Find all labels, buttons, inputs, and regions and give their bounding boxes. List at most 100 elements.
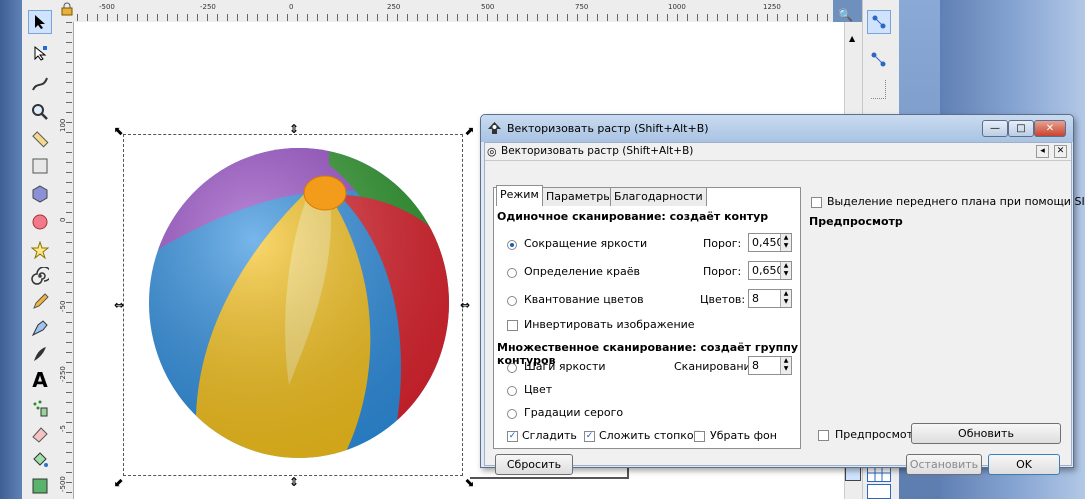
brightness-cutoff-radio[interactable] <box>507 240 517 250</box>
ruler-label: 0 <box>289 3 294 11</box>
star-tool-icon[interactable] <box>28 238 52 262</box>
stop-button[interactable]: Остановить <box>906 454 982 475</box>
ruler-label: -500 <box>99 3 115 11</box>
spin-arrows-icon[interactable]: ▲ ▼ <box>780 357 791 374</box>
ok-button[interactable]: OK <box>988 454 1060 475</box>
scans-count-input[interactable]: 8 ▲ ▼ <box>748 356 792 375</box>
ruler-label: -250 <box>200 3 216 11</box>
trace-bitmap-dialog: Векторизовать растр (Shift+Alt+B) — □ ✕ … <box>480 114 1085 475</box>
calligraphy-tool-icon[interactable] <box>28 342 52 366</box>
preview-checkbox[interactable] <box>818 430 829 441</box>
inkscape-app-icon <box>487 121 502 139</box>
smooth-checkbox[interactable]: ✓ <box>507 431 518 442</box>
snap-bbox-icon[interactable] <box>869 50 889 73</box>
resize-handle-bl[interactable]: ⬋ <box>114 476 124 488</box>
vertical-ruler: 100 0 -50 -250 -5 -500 <box>57 22 74 499</box>
siox-label: Выделение переднего плана при помощи SIO… <box>827 195 1085 208</box>
spin-arrows-icon[interactable]: ▲ ▼ <box>780 262 791 279</box>
snap-edges-icon[interactable] <box>871 80 886 99</box>
pen-tool-icon[interactable] <box>28 316 52 340</box>
siox-checkbox[interactable] <box>811 197 822 208</box>
stack-label: Сложить стопкой <box>599 429 701 442</box>
spray-tool-icon[interactable] <box>28 396 52 420</box>
remove-background-label: Убрать фон <box>710 429 777 442</box>
snap-toggle-icon[interactable] <box>867 10 891 34</box>
tab-credits[interactable]: Благодарности <box>610 187 707 206</box>
tab-mode[interactable]: Режим <box>496 185 543 206</box>
snap-guide-icon[interactable] <box>867 484 891 499</box>
measure-tool-icon[interactable] <box>28 127 52 151</box>
grays-label: Градации серого <box>524 406 624 419</box>
ruler-ticks <box>77 14 829 21</box>
text-tool-icon[interactable]: A <box>28 368 52 392</box>
eraser-tool-icon[interactable] <box>28 422 52 446</box>
paint-bucket-tool-icon[interactable] <box>28 448 52 472</box>
brightness-steps-label: Шаги яркости <box>524 360 606 373</box>
color-radio[interactable] <box>507 386 517 396</box>
zoom-corner-icon[interactable]: 🔍 <box>838 8 853 22</box>
resize-handle-bottom[interactable]: ⇕ <box>289 476 299 488</box>
close-button[interactable]: ✕ <box>1034 120 1066 137</box>
scroll-up-icon[interactable]: ▲ <box>849 34 855 43</box>
stack-checkbox[interactable]: ✓ <box>584 431 595 442</box>
ellipse-tool-icon[interactable] <box>28 210 52 234</box>
spin-arrows-icon[interactable]: ▲ ▼ <box>780 290 791 307</box>
spin-arrows-icon[interactable]: ▲ ▼ <box>780 234 791 251</box>
desktop-left-edge <box>0 0 22 499</box>
pencil-tool-icon[interactable] <box>28 290 52 314</box>
ruler-label: 500 <box>481 3 495 11</box>
brightness-threshold-label: Порог: <box>703 237 742 250</box>
dialog-title: Векторизовать растр (Shift+Alt+B) <box>507 122 709 135</box>
grays-radio[interactable] <box>507 409 517 419</box>
brightness-threshold-input[interactable]: 0,450 ▲ ▼ <box>748 233 792 252</box>
maximize-button[interactable]: □ <box>1008 120 1034 137</box>
beach-ball-image[interactable] <box>139 135 464 465</box>
3d-box-tool-icon[interactable] <box>28 182 52 206</box>
refresh-button[interactable]: Обновить <box>911 423 1061 444</box>
spiral-tool-icon[interactable] <box>28 264 52 288</box>
edge-detection-radio[interactable] <box>507 268 517 278</box>
preview-label: Предпросмотр <box>835 428 920 441</box>
selector-tool-icon[interactable] <box>28 10 52 34</box>
ruler-label: 1000 <box>668 3 686 11</box>
resize-handle-left[interactable]: ⇔ <box>114 299 124 311</box>
lock-icon[interactable] <box>61 2 73 19</box>
preview-title: Предпросмотр <box>809 215 903 228</box>
edge-threshold-label: Порог: <box>703 265 742 278</box>
ruler-label: 0 <box>59 217 67 222</box>
dialog-subtitle-icon: ◎ <box>487 145 497 158</box>
colors-count-input[interactable]: 8 ▲ ▼ <box>748 289 792 308</box>
color-label: Цвет <box>524 383 553 396</box>
invert-image-checkbox[interactable] <box>507 320 518 331</box>
dialog-titlebar[interactable]: Векторизовать растр (Shift+Alt+B) — □ ✕ <box>481 115 1073 142</box>
resize-handle-right[interactable]: ⇔ <box>460 299 470 311</box>
ruler-label: 250 <box>387 3 401 11</box>
ruler-label: -500 <box>59 476 67 492</box>
minimize-button[interactable]: — <box>982 120 1008 137</box>
mode-tab-panel: Режим Параметры Благодарности Одиночное … <box>493 185 801 449</box>
resize-handle-tl[interactable]: ⬉ <box>114 125 124 137</box>
remove-background-checkbox[interactable] <box>694 431 705 442</box>
resize-handle-top[interactable]: ⇕ <box>289 123 299 135</box>
brightness-steps-radio[interactable] <box>507 363 517 373</box>
tab-parameters[interactable]: Параметры <box>542 187 616 206</box>
reset-button[interactable]: Сбросить <box>495 454 573 475</box>
gradient-tool-icon[interactable] <box>28 474 52 498</box>
toolbox: A <box>22 0 58 499</box>
edge-detection-label: Определение краёв <box>524 265 640 278</box>
node-tool-icon[interactable] <box>28 41 52 65</box>
dock-icon[interactable]: ◂ <box>1036 145 1049 158</box>
dialog-close-icon[interactable]: ✕ <box>1054 145 1067 158</box>
color-quantization-radio[interactable] <box>507 296 517 306</box>
colors-count-label: Цветов: <box>700 293 746 306</box>
dialog-body: ◎ Векторизовать растр (Shift+Alt+B) ◂ ✕ … <box>484 142 1085 475</box>
tweak-tool-icon[interactable] <box>28 72 52 96</box>
ruler-label: -50 <box>59 300 67 312</box>
edge-threshold-input[interactable]: 0,650 ▲ ▼ <box>748 261 792 280</box>
single-scan-title: Одиночное сканирование: создаёт контур <box>497 210 769 223</box>
rectangle-tool-icon[interactable] <box>28 154 52 178</box>
resize-handle-tr[interactable]: ⬈ <box>464 125 474 137</box>
zoom-tool-icon[interactable] <box>28 100 52 124</box>
smooth-label: Сгладить <box>522 429 577 442</box>
ruler-label: 750 <box>575 3 589 11</box>
